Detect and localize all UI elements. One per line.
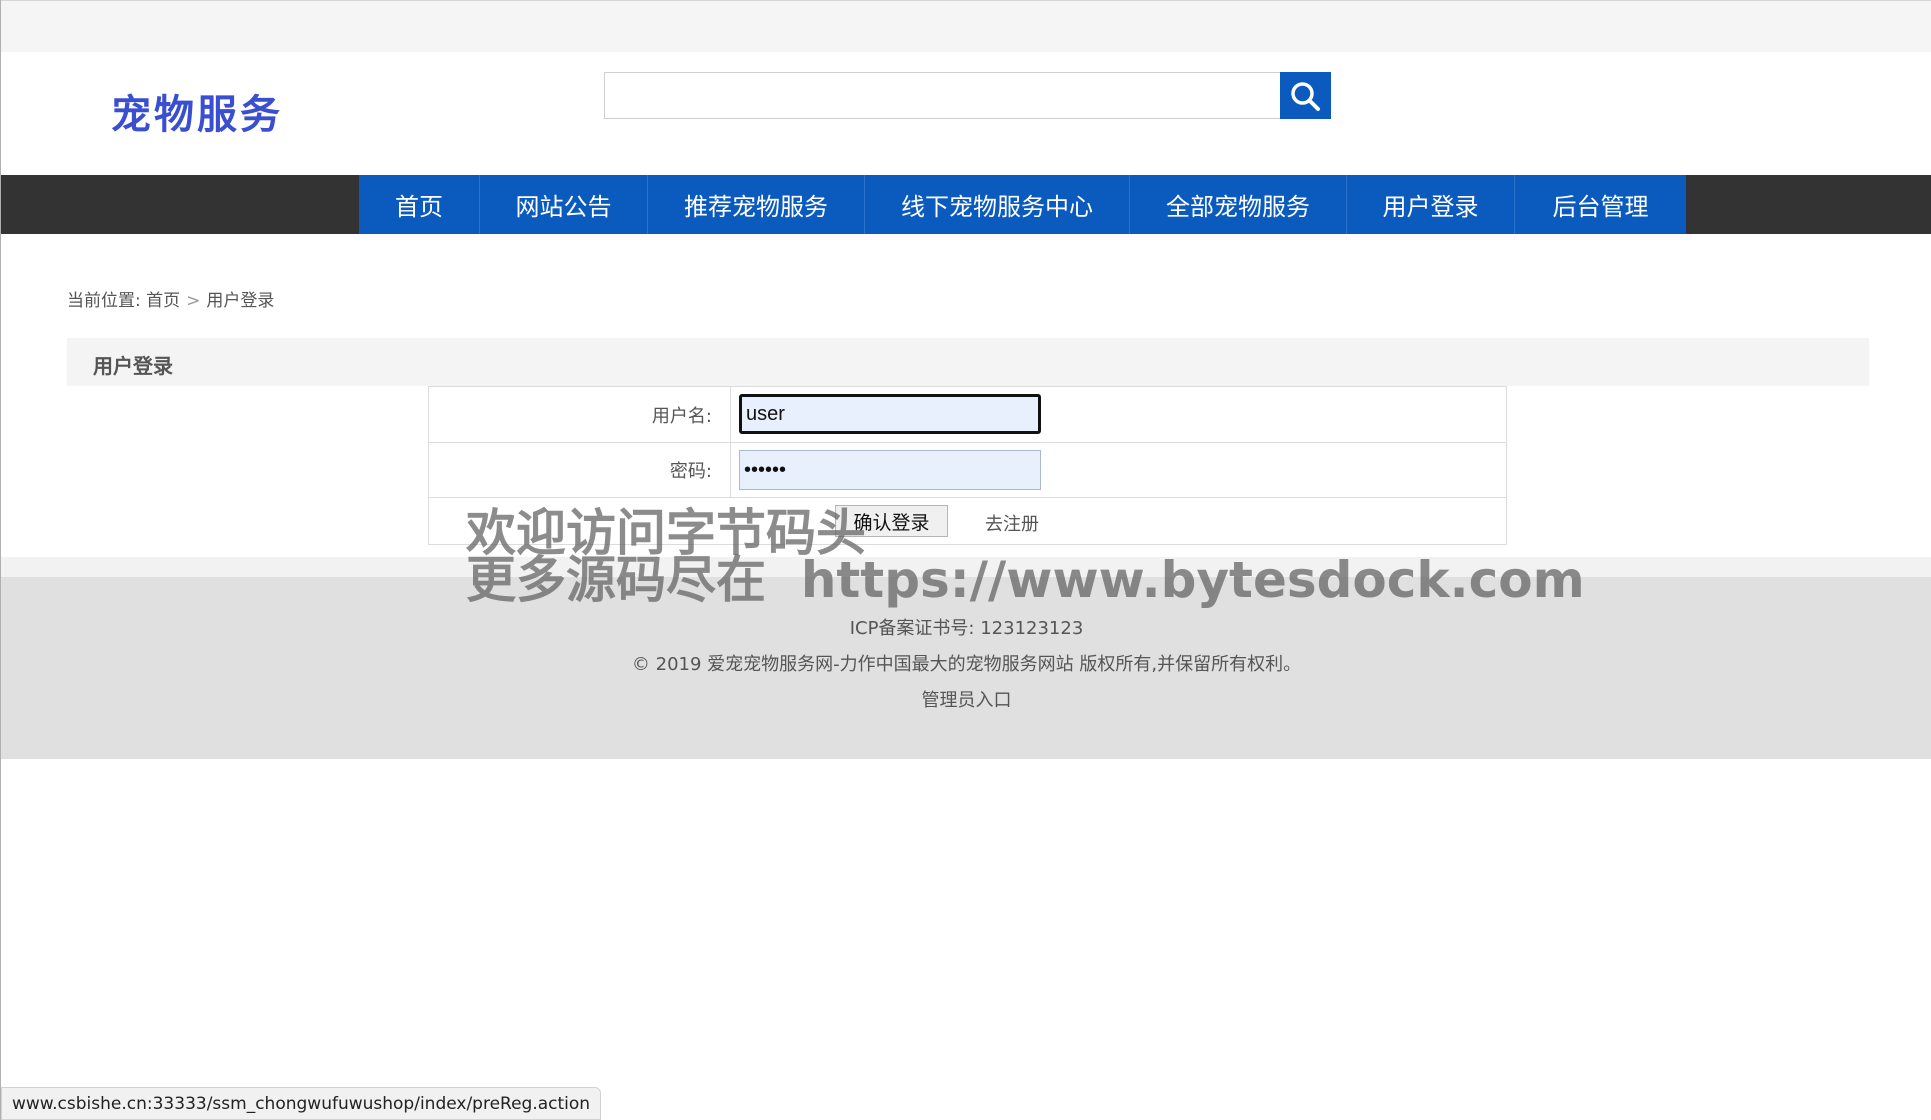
- actions-row: 确认登录 去注册: [429, 498, 1506, 544]
- site-header: 宠物服务: [1, 52, 1931, 175]
- search-box: [604, 72, 1281, 119]
- breadcrumb-home-link[interactable]: 首页: [146, 291, 180, 311]
- username-field[interactable]: [739, 394, 1041, 434]
- breadcrumb-separator: >: [186, 291, 201, 311]
- nav-item-offline-centers[interactable]: 线下宠物服务中心: [865, 175, 1130, 234]
- password-label-cell: 密码:: [429, 443, 731, 497]
- site-footer: ICP备案证书号: 123123123 © 2019 爱宠宠物服务网-力作中国最…: [1, 577, 1931, 759]
- footer-copyright: © 2019 爱宠宠物服务网-力作中国最大的宠物服务网站 版权所有,并保留所有权…: [631, 654, 1302, 675]
- nav-item-user-login[interactable]: 用户登录: [1347, 175, 1515, 234]
- nav-item-recommended-services[interactable]: 推荐宠物服务: [648, 175, 865, 234]
- browser-status-bar: www.csbishe.cn:33333/ssm_chongwufuwushop…: [1, 1087, 602, 1120]
- search-input[interactable]: [605, 73, 1280, 118]
- login-form: 用户名: 密码: 确认登录 去注册: [428, 386, 1507, 545]
- breadcrumb: 当前位置: 首页 > 用户登录: [67, 286, 274, 311]
- breadcrumb-prefix: 当前位置:: [67, 291, 141, 311]
- divider-strip: [1, 557, 1931, 577]
- nav-item-home[interactable]: 首页: [359, 175, 480, 234]
- panel-header: 用户登录: [67, 338, 1869, 386]
- search-icon: [1291, 82, 1320, 111]
- breadcrumb-current: 用户登录: [206, 291, 275, 311]
- main-nav: 首页 网站公告 推荐宠物服务 线下宠物服务中心 全部宠物服务 用户登录 后台管理: [1, 175, 1931, 234]
- panel-title: 用户登录: [93, 354, 173, 378]
- site-logo[interactable]: 宠物服务: [111, 82, 283, 140]
- top-strip: [1, 0, 1931, 52]
- nav-item-announcements[interactable]: 网站公告: [480, 175, 648, 234]
- search-button[interactable]: [1280, 72, 1331, 119]
- username-row: 用户名:: [429, 387, 1506, 443]
- password-field[interactable]: [739, 450, 1041, 490]
- username-label: 用户名:: [651, 405, 712, 427]
- confirm-login-button[interactable]: 确认登录: [835, 505, 948, 537]
- username-label-cell: 用户名:: [429, 387, 731, 442]
- status-url: www.csbishe.cn:33333/ssm_chongwufuwushop…: [12, 1093, 591, 1114]
- password-label: 密码:: [669, 461, 712, 482]
- nav-item-all-services[interactable]: 全部宠物服务: [1130, 175, 1347, 234]
- password-row: 密码:: [429, 443, 1506, 498]
- nav-menu: 首页 网站公告 推荐宠物服务 线下宠物服务中心 全部宠物服务 用户登录 后台管理: [359, 175, 1686, 234]
- page: 宠物服务 首页 网站公告 推荐宠物服务 线下宠物服务中心 全部宠物服务 用户登录…: [0, 0, 1931, 1120]
- register-link[interactable]: 去注册: [985, 510, 1039, 536]
- footer-icp: ICP备案证书号: 123123123: [849, 618, 1084, 639]
- nav-item-admin[interactable]: 后台管理: [1515, 175, 1686, 234]
- footer-admin-link[interactable]: 管理员入口: [1, 686, 1931, 712]
